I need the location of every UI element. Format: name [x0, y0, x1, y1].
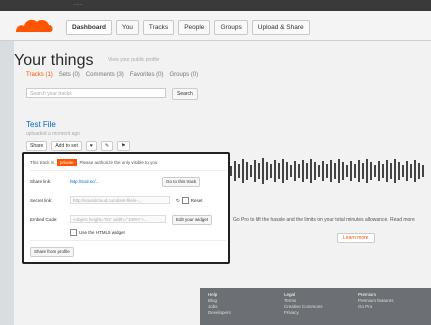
footer-column-help: Help Blog Jobs Developers: [208, 292, 231, 316]
main-nav: Dashboard You Tracks People Groups Uploa…: [66, 20, 310, 35]
embed-code-label: Embed Code:: [30, 217, 58, 222]
footer-link[interactable]: Go Pro: [358, 304, 372, 309]
track-meta: uploaded a moment ago: [26, 131, 80, 137]
embed-code-field[interactable]: <object height="81" width="100%">...: [70, 215, 166, 223]
nav-dashboard[interactable]: Dashboard: [66, 20, 112, 35]
secret-link-label: Secret link:: [30, 198, 53, 203]
footer-link[interactable]: Terms: [284, 298, 296, 303]
privacy-notice: This track is private Please authorize t…: [30, 159, 157, 166]
divider: [30, 240, 226, 241]
tab-groups[interactable]: Groups (0): [170, 72, 199, 78]
share-link-label: Share link:: [30, 179, 52, 184]
tab-comments[interactable]: Comments (3): [86, 72, 124, 78]
share-link-value[interactable]: http://snd.sc/...: [70, 179, 99, 184]
waveform[interactable]: [204, 150, 428, 192]
footer-link[interactable]: Creative Commons: [284, 304, 323, 309]
share-button[interactable]: Share: [26, 141, 48, 151]
add-to-set-button[interactable]: Add to set: [51, 141, 82, 151]
learn-more-button[interactable]: Learn more: [337, 233, 375, 243]
reset-label: Reset: [190, 198, 203, 203]
top-strip-text: ......: [74, 1, 83, 7]
footer-column-legal: Legal Terms Creative Commons Privacy: [284, 292, 323, 316]
footer-link[interactable]: Blog: [208, 298, 217, 303]
nav-upload-share[interactable]: Upload & Share: [251, 20, 310, 35]
nav-you[interactable]: You: [115, 20, 139, 35]
view-profile-link[interactable]: View your public profile: [108, 57, 159, 63]
nav-people[interactable]: People: [178, 20, 211, 35]
tab-sets[interactable]: Sets (0): [59, 72, 80, 78]
content-tabs: Tracks (1) Sets (0) Comments (3) Favorit…: [26, 72, 198, 78]
top-navigation-bar: ...... Dashboard You Tracks People Group…: [0, 0, 431, 41]
html5-widget-option[interactable]: Use the HTML5 widget: [70, 229, 125, 236]
private-badge: private: [57, 159, 77, 166]
footer: Help Blog Jobs Developers Legal Terms Cr…: [200, 288, 431, 325]
top-strip: ......: [0, 0, 431, 11]
flag-icon[interactable]: ⚑: [117, 141, 130, 151]
refresh-icon: ↻: [176, 197, 180, 203]
tab-favorites[interactable]: Favorites (0): [130, 72, 164, 78]
footer-link[interactable]: Premium features: [358, 298, 394, 303]
footer-link[interactable]: Jobs: [208, 304, 218, 309]
divider: [30, 170, 226, 171]
privacy-prefix: This track is: [30, 160, 55, 165]
soundcloud-logo-icon[interactable]: [14, 16, 54, 34]
footer-heading: Premium: [358, 292, 377, 297]
search-input[interactable]: Search your tracks: [26, 88, 166, 98]
track-actions: Share Add to set ♥ ✎ ⚑: [26, 141, 130, 151]
share-popup: This track is private Please authorize t…: [22, 152, 230, 264]
edit-widget-button[interactable]: Edit your widget: [172, 215, 213, 225]
track-title[interactable]: Test File: [26, 120, 56, 129]
share-from-profile-button[interactable]: Share from profile: [30, 247, 74, 257]
tab-tracks[interactable]: Tracks (1): [26, 72, 53, 78]
footer-heading: Legal: [284, 292, 296, 297]
html5-label: Use the HTML5 widget: [79, 230, 125, 235]
footer-column-premium: Premium Premium features Go Pro: [358, 292, 394, 310]
search-button[interactable]: Search: [172, 88, 198, 100]
go-to-track-button[interactable]: Go to this track: [162, 177, 201, 187]
reset-checkbox[interactable]: [181, 197, 189, 204]
footer-link[interactable]: Developers: [208, 310, 231, 315]
reset-link[interactable]: ↻ Reset: [176, 197, 203, 204]
page-title: Your things: [14, 52, 94, 69]
footer-link[interactable]: Privacy: [284, 310, 299, 315]
html5-checkbox[interactable]: [70, 229, 77, 236]
nav-groups[interactable]: Groups: [214, 20, 248, 35]
nav-tracks[interactable]: Tracks: [142, 20, 175, 35]
pro-upsell-text: Go Pro to lift the hassle and the limits…: [233, 217, 415, 223]
edit-icon[interactable]: ✎: [100, 141, 114, 151]
footer-heading: Help: [208, 292, 218, 297]
privacy-suffix: Please authorize the only visible to you: [79, 160, 158, 165]
secret-link-field[interactable]: http://soundcloud.com/test-file/s-...: [70, 196, 170, 204]
favorite-icon[interactable]: ♥: [85, 141, 97, 151]
